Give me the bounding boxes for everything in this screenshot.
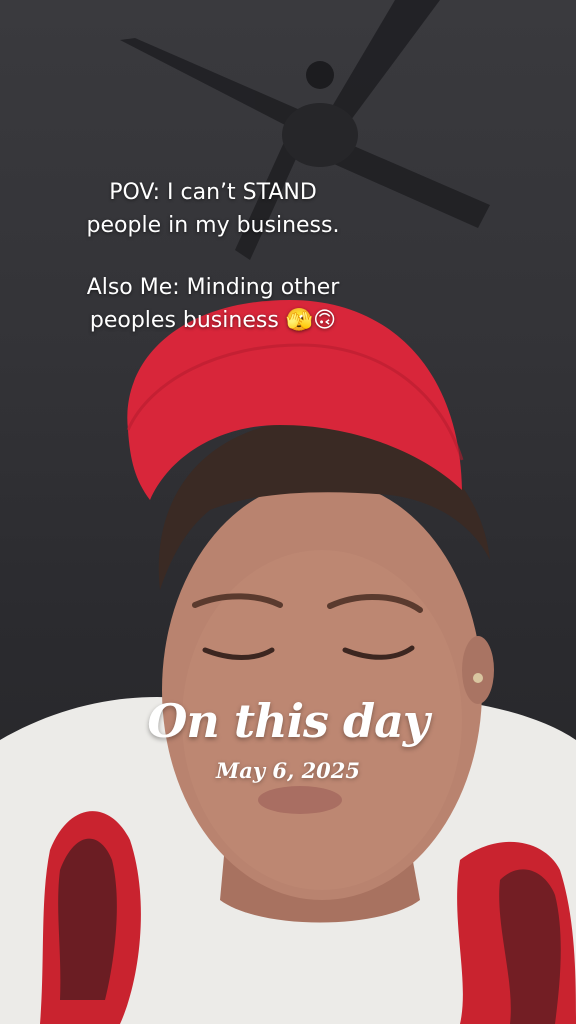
caption-line: peoples business 🫣🙃	[89, 308, 337, 333]
caption-text-block: Also Me: Minding other peoples business …	[60, 271, 366, 337]
caption-line: POV: I can’t STAND	[109, 180, 317, 205]
memory-date: May 6, 2025	[215, 758, 361, 783]
person-photo	[0, 300, 576, 1024]
caption-text-block: POV: I can’t STAND people in my business…	[60, 176, 366, 242]
caption-line: Also Me: Minding other	[86, 275, 340, 300]
caption-line: people in my business.	[86, 213, 340, 238]
video-frame[interactable]: POV: I can’t STAND people in my business…	[0, 0, 576, 1024]
memory-title: On this day	[147, 694, 429, 748]
